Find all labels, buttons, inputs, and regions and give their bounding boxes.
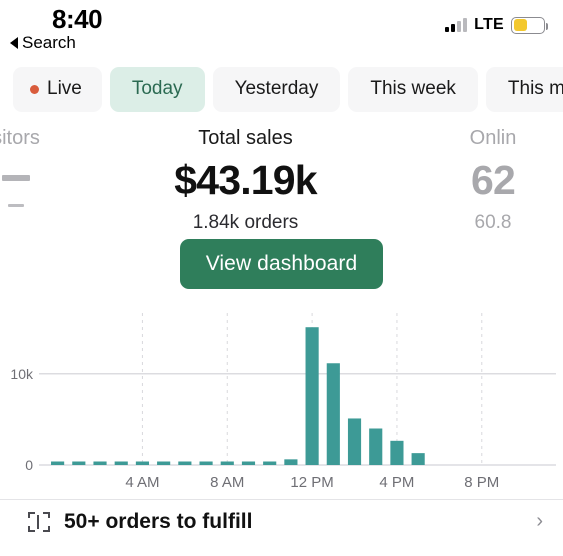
chart-bar <box>305 327 319 465</box>
metric-sub-placeholder <box>0 186 68 212</box>
package-icon <box>28 511 50 532</box>
metric-subtitle: 60.8 <box>474 212 512 234</box>
chart-x-tick-label: 4 PM <box>379 474 414 491</box>
chart-bar <box>72 461 86 465</box>
chart-y-tick-label: 10k <box>10 366 34 382</box>
chart-canvas: 0 10k 4 AM 8 AM 12 PM 4 PM 8 PM <box>10 313 556 491</box>
chart-y-tick-label: 0 <box>25 457 33 473</box>
metric-title: Total sales <box>198 127 293 149</box>
metric-value: 62 <box>470 157 516 203</box>
metric-value-placeholder <box>0 150 68 186</box>
tab-live-label: Live <box>47 78 82 99</box>
chart-bar <box>369 428 383 465</box>
tab-this-month-label: This m <box>507 78 563 99</box>
orders-to-fulfill-label: 50+ orders to fulfill <box>64 510 253 533</box>
back-to-search-button[interactable]: Search <box>10 33 76 53</box>
chart-bar <box>241 461 256 465</box>
metric-card-online-store[interactable]: Onlin 62 60.8 <box>423 118 563 234</box>
chart-x-tick-label: 8 PM <box>464 474 499 491</box>
metric-title: sitors <box>0 127 40 149</box>
chart-x-tick-label: 8 AM <box>210 474 244 491</box>
back-label: Search <box>22 33 76 52</box>
metric-title: Onlin <box>469 127 517 149</box>
chart-x-tick-label: 12 PM <box>290 474 333 491</box>
chart-bar <box>284 459 298 465</box>
view-dashboard-button[interactable]: View dashboard <box>179 239 384 289</box>
chart-bar <box>411 453 425 465</box>
chevron-right-icon[interactable]: › <box>536 510 543 533</box>
orders-to-fulfill-row[interactable]: 50+ orders to fulfill › <box>0 500 563 534</box>
cellular-signal-icon <box>445 18 468 32</box>
metric-card-total-sales[interactable]: Total sales $43.19k 1.84k orders <box>68 118 423 234</box>
battery-low-power-icon <box>511 16 548 34</box>
tab-today-label: Today <box>131 78 183 99</box>
tab-yesterday[interactable]: Yesterday <box>212 66 341 112</box>
status-bar: 8:40 Search LTE <box>0 0 563 60</box>
chart-bar <box>114 461 128 465</box>
chart-bar <box>263 461 277 465</box>
chart-bar <box>220 461 234 465</box>
time-range-tabs[interactable]: Live Today Yesterday This week This m <box>0 60 563 118</box>
tab-this-week[interactable]: This week <box>348 66 478 112</box>
tab-this-month[interactable]: This m <box>485 66 563 112</box>
chart-bar <box>157 461 171 465</box>
metric-value: $43.19k <box>174 157 317 203</box>
chart-bar <box>390 440 404 465</box>
chart-bar <box>326 363 340 465</box>
chart-bar <box>51 461 65 465</box>
chart-bar <box>135 461 150 465</box>
chart-x-tick-label: 4 AM <box>125 474 159 491</box>
metric-subtitle: 1.84k orders <box>192 212 299 234</box>
metric-card-carousel[interactable]: sitors Total sales $43.19k 1.84k orders … <box>0 118 563 243</box>
triangle-left-icon <box>10 37 18 49</box>
status-bar-time: 8:40 <box>52 4 103 34</box>
chart-bar <box>178 461 192 465</box>
metric-card-visitors[interactable]: sitors <box>0 118 68 212</box>
chart-bar <box>199 461 213 465</box>
tab-live[interactable]: Live <box>13 66 102 112</box>
chart-bar <box>93 461 107 465</box>
tab-yesterday-label: Yesterday <box>234 78 319 99</box>
status-bar-indicators: LTE <box>445 16 548 34</box>
tab-this-week-label: This week <box>370 78 456 99</box>
live-dot-icon <box>30 84 39 94</box>
tab-today[interactable]: Today <box>109 66 205 112</box>
network-type-label: LTE <box>474 16 504 33</box>
chart-bar <box>347 418 362 465</box>
sales-by-hour-chart: 0 10k 4 AM 8 AM 12 PM 4 PM 8 PM <box>0 311 563 491</box>
